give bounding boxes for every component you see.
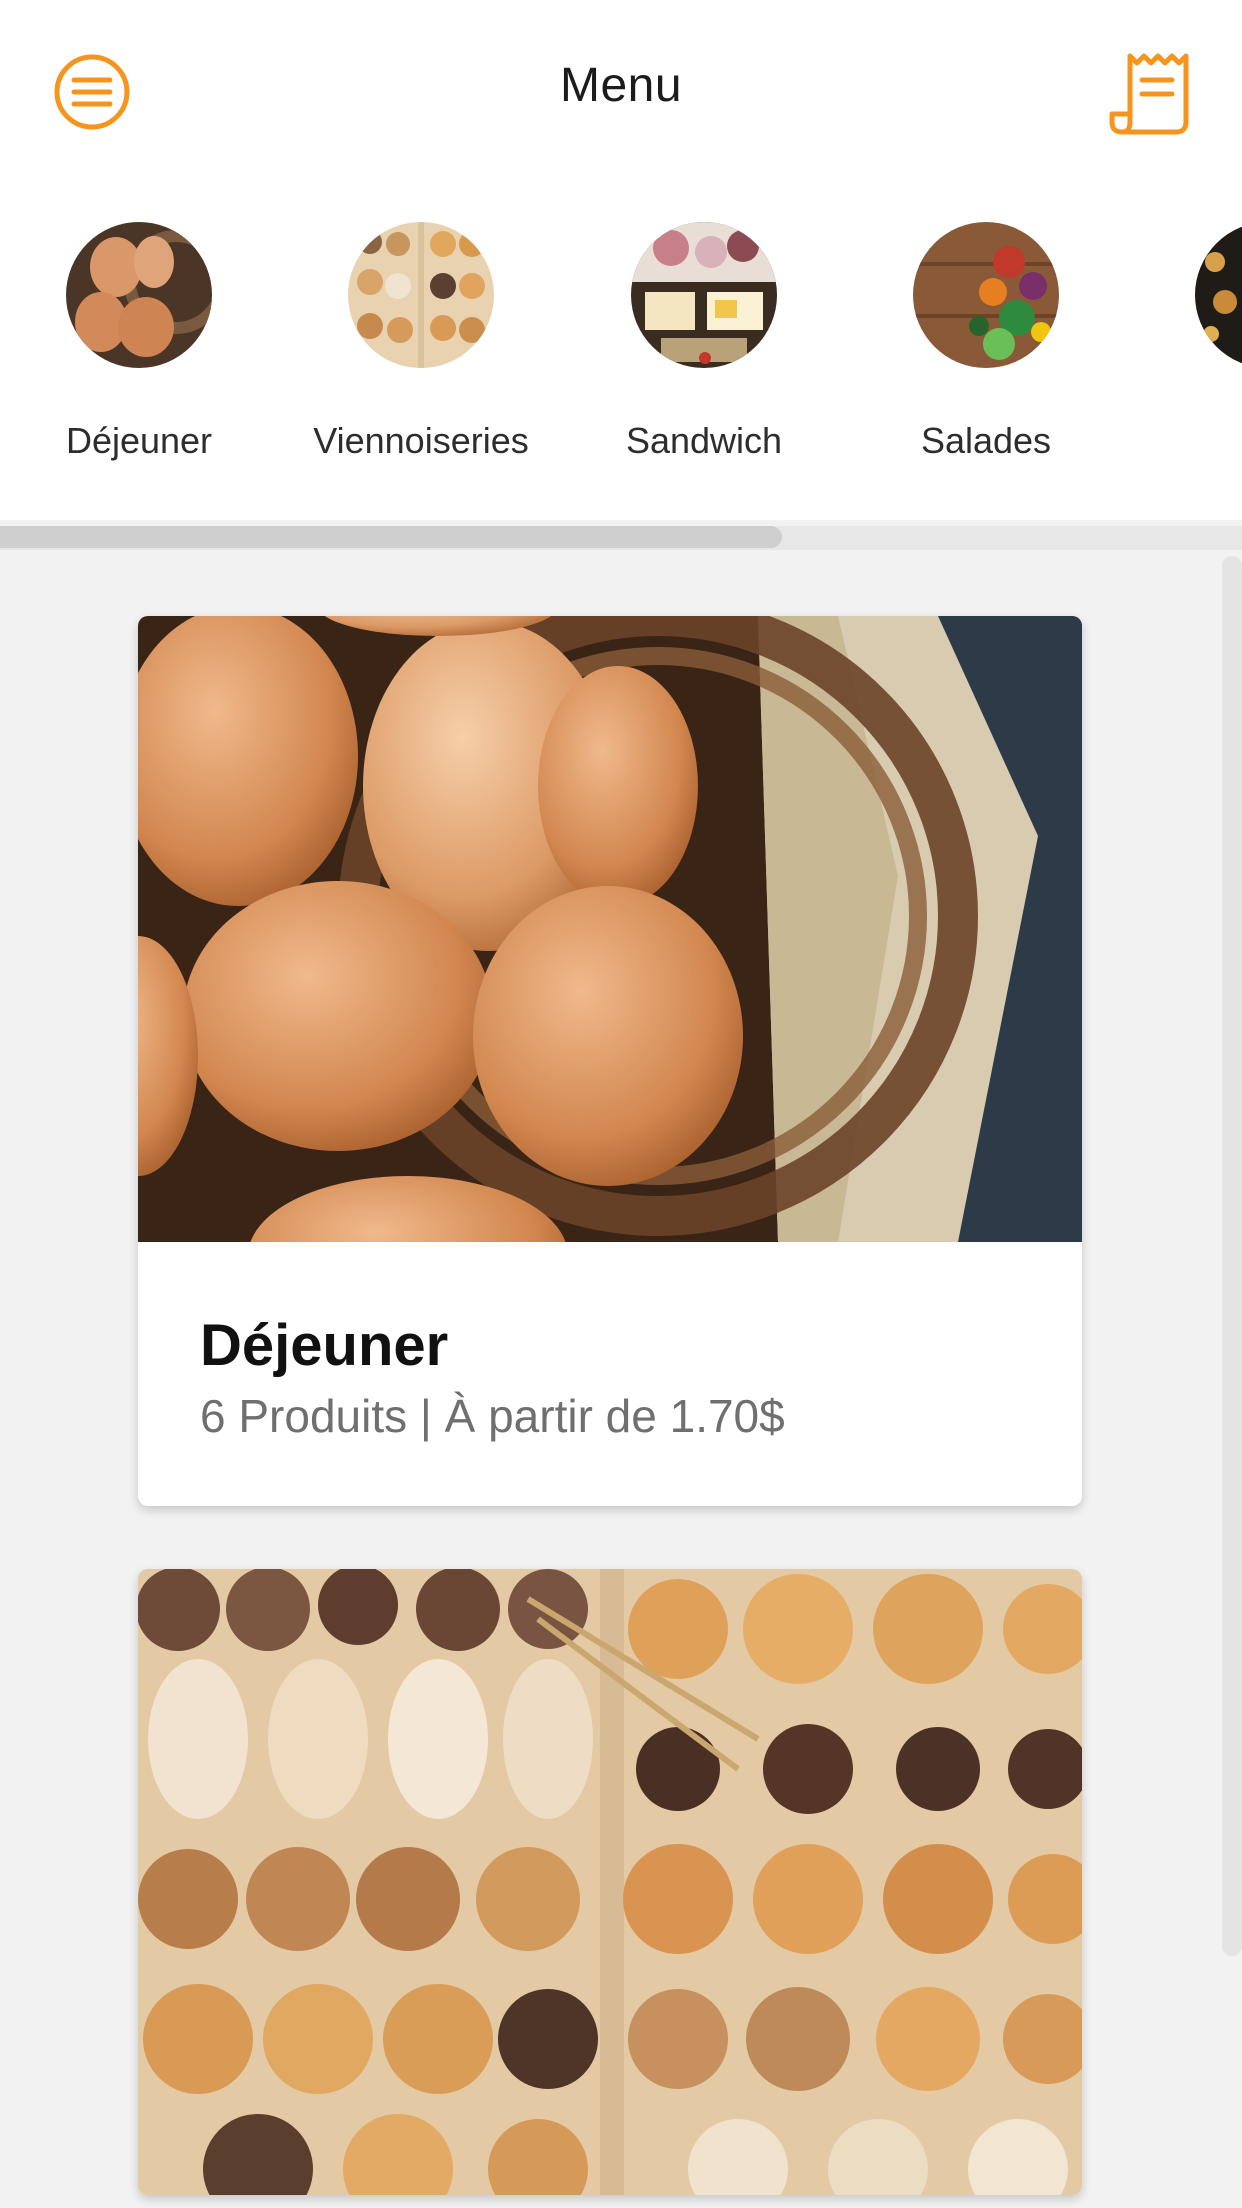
page-scrollbar[interactable] xyxy=(1222,556,1242,1956)
card-title: Déjeuner xyxy=(200,1313,449,1378)
card-info: Déjeuner 6 Produits | À partir de 1.70$ xyxy=(138,1242,1082,1506)
category-salades[interactable]: Salades xyxy=(856,222,1116,462)
category-card-viennoiseries[interactable] xyxy=(138,1569,1082,2195)
category-scrollbar-thumb[interactable] xyxy=(0,526,782,548)
category-sandwich[interactable]: Sandwich xyxy=(574,222,834,462)
page-title: Menu xyxy=(559,59,683,112)
pastries-thumbnail xyxy=(348,222,494,368)
menu-screen: Menu Déjeuner Viennoiseries Sandwich Sal… xyxy=(0,0,1242,2208)
pastries-tray-photo xyxy=(138,1569,1082,2195)
category-card-dejeuner[interactable]: Déjeuner 6 Produits | À partir de 1.70$ xyxy=(138,616,1082,1506)
category-label: Sandwich xyxy=(625,420,783,461)
category-scrollbar-track[interactable] xyxy=(0,526,1242,550)
top-bar: Menu xyxy=(0,0,1242,180)
eggs-thumbnail xyxy=(66,222,212,368)
card-subtitle: 6 Produits | À partir de 1.70$ xyxy=(200,1390,785,1442)
partial-category-thumbnail xyxy=(1195,222,1242,368)
eggs-in-basket-photo xyxy=(138,616,1082,1242)
category-label: Col xyxy=(1138,420,1242,462)
category-label: Déjeuner xyxy=(65,420,213,461)
category-label: Viennoiseries xyxy=(313,420,529,461)
salad-thumbnail xyxy=(913,222,1059,368)
orders-receipt-button[interactable] xyxy=(1108,50,1192,136)
category-viennoiseries[interactable]: Viennoiseries xyxy=(291,222,551,462)
sandwich-thumbnail xyxy=(631,222,777,368)
category-label: Salades xyxy=(920,420,1052,461)
category-carousel[interactable]: Déjeuner Viennoiseries Sandwich Salades xyxy=(0,180,1242,520)
category-partial[interactable]: Col xyxy=(1138,222,1242,462)
receipt-icon xyxy=(1109,53,1189,135)
category-dejeuner[interactable]: Déjeuner xyxy=(9,222,269,462)
